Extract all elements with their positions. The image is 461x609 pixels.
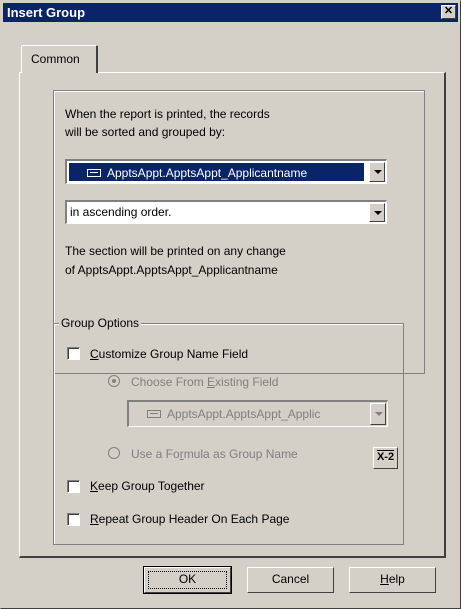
window-title: Insert Group [7, 5, 86, 20]
database-field-icon [147, 409, 161, 418]
group-field-value: ApptsAppt.ApptsAppt_Applicantname [107, 166, 308, 180]
use-formula-label[interactable]: Use a Formula as Group Name [131, 447, 298, 461]
formula-icon: X-2 [376, 451, 395, 463]
existing-field-dropdown-button[interactable] [370, 403, 386, 425]
close-button[interactable]: ✕ [441, 5, 456, 19]
choose-existing-field-label[interactable]: Choose From Existing Field [131, 375, 278, 389]
use-formula-radio[interactable] [108, 447, 120, 459]
existing-field-dropdown[interactable]: ApptsAppt.ApptsAppt_Applic [127, 400, 388, 427]
chevron-down-icon [374, 210, 382, 215]
customize-group-name-label[interactable]: Customize Group Name Field [90, 347, 248, 361]
close-icon: ✕ [443, 5, 454, 17]
formula-editor-button[interactable]: X-2 [373, 447, 398, 469]
repeat-group-header-label[interactable]: Repeat Group Header On Each Page [90, 512, 289, 526]
sort-description-line1: When the report is printed, the records [65, 107, 270, 121]
chevron-down-icon [375, 412, 383, 416]
choose-existing-field-radio[interactable] [108, 375, 120, 387]
change-description-line2: of ApptsAppt.ApptsAppt_Applicantname [65, 263, 278, 277]
repeat-group-header-checkbox[interactable] [67, 513, 80, 526]
sort-description-line2: will be sorted and grouped by: [65, 125, 226, 139]
sort-order-value: in ascending order. [70, 205, 172, 219]
cancel-button[interactable]: Cancel [247, 567, 334, 593]
group-options-legend: Group Options [59, 316, 142, 330]
keep-group-together-checkbox[interactable] [67, 480, 80, 493]
ok-button[interactable]: OK [143, 566, 232, 594]
existing-field-value: ApptsAppt.ApptsAppt_Applic [167, 407, 321, 421]
change-description-line1: The section will be printed on any chang… [65, 244, 286, 258]
tab-common-label: Common [31, 52, 80, 66]
title-bar[interactable]: Insert Group ✕ [3, 3, 458, 22]
group-field-dropdown[interactable]: ApptsAppt.ApptsAppt_Applicantname [65, 159, 387, 184]
sort-order-dropdown[interactable]: in ascending order. [65, 200, 387, 224]
group-field-value-wrap: ApptsAppt.ApptsAppt_Applicantname [87, 166, 307, 180]
focus-ring [148, 571, 227, 589]
existing-field-value-wrap: ApptsAppt.ApptsAppt_Applic [147, 407, 320, 421]
help-button[interactable]: Help [349, 567, 436, 593]
sort-order-dropdown-button[interactable] [369, 203, 385, 222]
chevron-down-icon [374, 170, 382, 174]
group-field-dropdown-button[interactable] [369, 162, 385, 182]
customize-group-name-checkbox[interactable] [67, 347, 80, 360]
group-field-selection: ApptsAppt.ApptsAppt_Applicantname [69, 163, 364, 181]
tab-common[interactable]: Common [21, 45, 98, 73]
keep-group-together-label[interactable]: Keep Group Together [90, 479, 205, 493]
insert-group-dialog: Insert Group ✕ Common When the report is… [0, 0, 461, 609]
help-button-label: Help [380, 572, 405, 586]
cancel-button-label: Cancel [271, 572, 310, 586]
database-field-icon [87, 168, 101, 177]
